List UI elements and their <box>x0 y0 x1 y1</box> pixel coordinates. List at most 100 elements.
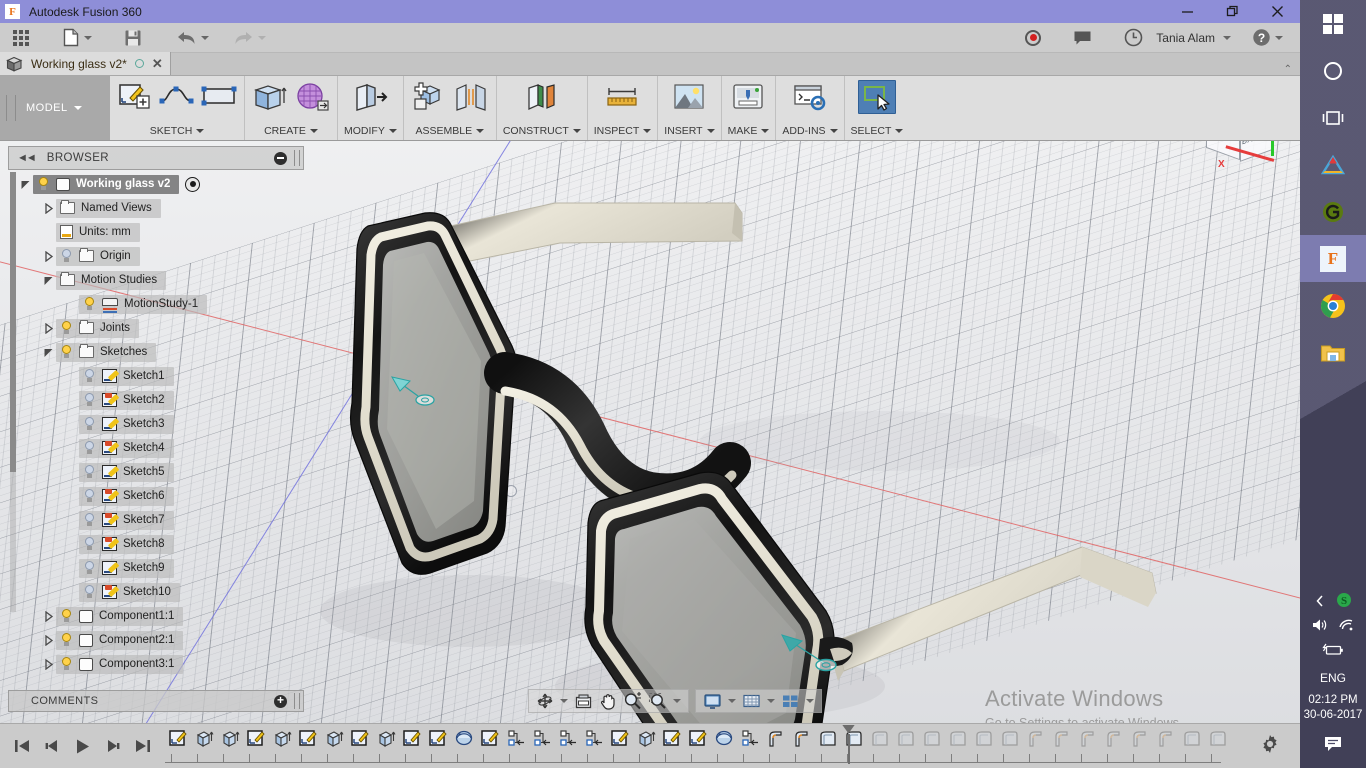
3d-print-button[interactable] <box>729 80 767 114</box>
browser-tree-item-body[interactable]: Sketch2 <box>79 390 174 410</box>
tab-sync-icon[interactable] <box>134 59 144 68</box>
undo-button[interactable] <box>171 23 214 53</box>
3d-viewport[interactable]: ◄◄ BROWSER Working glass v2 Named Views Un… <box>0 141 1300 723</box>
visibility-bulb-icon[interactable] <box>83 393 96 407</box>
collapse-arrow-icon[interactable] <box>18 172 33 196</box>
battery-charging-icon[interactable] <box>1322 643 1344 662</box>
step-forward-button[interactable] <box>105 738 121 754</box>
fit-tool[interactable] <box>646 692 683 710</box>
browser-resize-grip[interactable] <box>294 150 300 166</box>
timeline-feature-fillet[interactable] <box>789 729 815 748</box>
visibility-bulb-icon[interactable] <box>60 633 73 647</box>
jump-end-button[interactable] <box>135 738 151 754</box>
browser-tree-item-body[interactable]: Component3:1 <box>56 654 184 674</box>
expand-arrow-icon[interactable] <box>41 196 56 220</box>
browser-tree-item[interactable]: MotionStudy-1 <box>8 292 304 316</box>
ribbon-panel-label-assemble[interactable]: ASSEMBLE <box>416 125 485 140</box>
timeline-feature-rigid-joint[interactable] <box>529 729 555 748</box>
browser-options-icon[interactable] <box>274 151 287 165</box>
visibility-bulb-icon[interactable] <box>83 561 96 575</box>
collapse-arrow-icon[interactable] <box>41 340 56 364</box>
browser-tree-item-body[interactable]: Joints <box>56 318 140 338</box>
ribbon-panel-label-make[interactable]: MAKE <box>728 125 770 140</box>
timeline-feature-shell[interactable] <box>945 729 971 748</box>
task-view-icon[interactable] <box>1300 94 1366 141</box>
timeline-feature-rigid-joint[interactable] <box>581 729 607 748</box>
browser-tree-item-body[interactable]: Sketch8 <box>79 534 174 554</box>
timeline-feature-sketch[interactable] <box>425 729 451 748</box>
timeline-feature-extrude[interactable] <box>373 729 399 748</box>
browser-tree-item[interactable]: Joints <box>8 316 304 340</box>
windows-start-icon[interactable] <box>1300 0 1366 47</box>
expand-arrow-icon[interactable] <box>41 244 56 268</box>
browser-tree-item-body[interactable]: Motion Studies <box>56 270 167 290</box>
browser-tree-item-body[interactable]: Sketch6 <box>79 486 174 506</box>
orbit-tool[interactable] <box>534 692 570 710</box>
visibility-bulb-icon[interactable] <box>60 321 73 335</box>
browser-tree-item[interactable]: Sketch6 <box>8 484 304 508</box>
timeline-feature-fillet[interactable] <box>1101 729 1127 748</box>
expand-arrow-icon[interactable] <box>41 604 56 628</box>
visibility-bulb-icon[interactable] <box>60 657 73 671</box>
pan-tool[interactable] <box>597 692 619 710</box>
offset-plane-button[interactable] <box>523 80 561 114</box>
timeline-feature-shell[interactable] <box>1205 729 1231 748</box>
skype-icon[interactable]: S <box>1336 592 1352 613</box>
timeline-feature-rigid-joint[interactable] <box>503 729 529 748</box>
view-cube[interactable]: TOP RIGHT BACK Y X <box>1196 141 1296 186</box>
minimize-button[interactable] <box>1165 0 1210 23</box>
clock-date[interactable]: 30-06-2017 <box>1304 708 1363 723</box>
visibility-bulb-icon[interactable] <box>83 369 96 383</box>
redo-button[interactable] <box>228 23 271 53</box>
grammarly-icon[interactable] <box>1300 188 1366 235</box>
browser-tree-item-body[interactable]: Sketch10 <box>79 582 180 602</box>
browser-tree-item[interactable]: Sketch5 <box>8 460 304 484</box>
save-button[interactable] <box>119 23 147 53</box>
browser-tree-item[interactable]: Sketch9 <box>8 556 304 580</box>
create-sketch-button[interactable] <box>116 80 154 114</box>
browser-tree-item-body[interactable]: Origin <box>56 246 140 266</box>
timeline-marker[interactable] <box>842 724 855 764</box>
timeline-feature-sketch[interactable] <box>607 729 633 748</box>
browser-tree-item-body[interactable]: Component1:1 <box>56 606 184 626</box>
new-component-button[interactable] <box>410 80 448 114</box>
browser-tree-item-body[interactable]: Component2:1 <box>56 630 184 650</box>
timeline-feature-revolve[interactable] <box>711 729 737 748</box>
expand-arrow-icon[interactable] <box>41 316 56 340</box>
browser-tree-item-body[interactable]: Sketch4 <box>79 438 174 458</box>
visibility-bulb-icon[interactable] <box>60 249 73 263</box>
tab-close-icon[interactable]: ✕ <box>152 57 163 70</box>
browser-tree-item[interactable]: Component2:1 <box>8 628 304 652</box>
timeline-feature-sketch[interactable] <box>295 729 321 748</box>
history-button[interactable] <box>1119 23 1148 53</box>
volume-icon[interactable] <box>1312 618 1328 637</box>
step-back-button[interactable] <box>44 738 60 754</box>
joint-button[interactable] <box>452 80 490 114</box>
close-button[interactable] <box>1255 0 1300 23</box>
timeline-feature-extrude[interactable] <box>191 729 217 748</box>
create-form-button[interactable] <box>293 80 331 114</box>
select-button[interactable] <box>857 80 896 114</box>
file-explorer-icon[interactable] <box>1300 329 1366 376</box>
timeline-feature-fillet[interactable] <box>1127 729 1153 748</box>
timeline-feature-shell[interactable] <box>997 729 1023 748</box>
browser-tree-item[interactable]: Sketch4 <box>8 436 304 460</box>
ribbon-panel-label-inspect[interactable]: INSPECT <box>594 125 652 140</box>
visibility-bulb-icon[interactable] <box>83 585 96 599</box>
browser-tree-item[interactable]: Sketch8 <box>8 532 304 556</box>
restore-button[interactable] <box>1210 0 1255 23</box>
timeline-feature-shell[interactable] <box>815 729 841 748</box>
add-comment-icon[interactable]: + <box>274 694 287 708</box>
browser-tree-item-body[interactable]: Named Views <box>56 198 161 218</box>
timeline-feature-shell[interactable] <box>893 729 919 748</box>
browser-tree-item[interactable]: Sketch2 <box>8 388 304 412</box>
browser-tree-item[interactable]: Sketch10 <box>8 580 304 604</box>
browser-tree-item-body[interactable]: Sketch1 <box>79 366 174 386</box>
browser-tree-item[interactable]: Component1:1 <box>8 604 304 628</box>
chrome-icon[interactable] <box>1300 282 1366 329</box>
comments-resize-grip[interactable] <box>294 693 300 709</box>
timeline-feature-sketch[interactable] <box>347 729 373 748</box>
jump-start-button[interactable] <box>14 738 30 754</box>
scripts-addins-button[interactable] <box>791 80 829 114</box>
display-settings-tool[interactable] <box>701 693 738 710</box>
